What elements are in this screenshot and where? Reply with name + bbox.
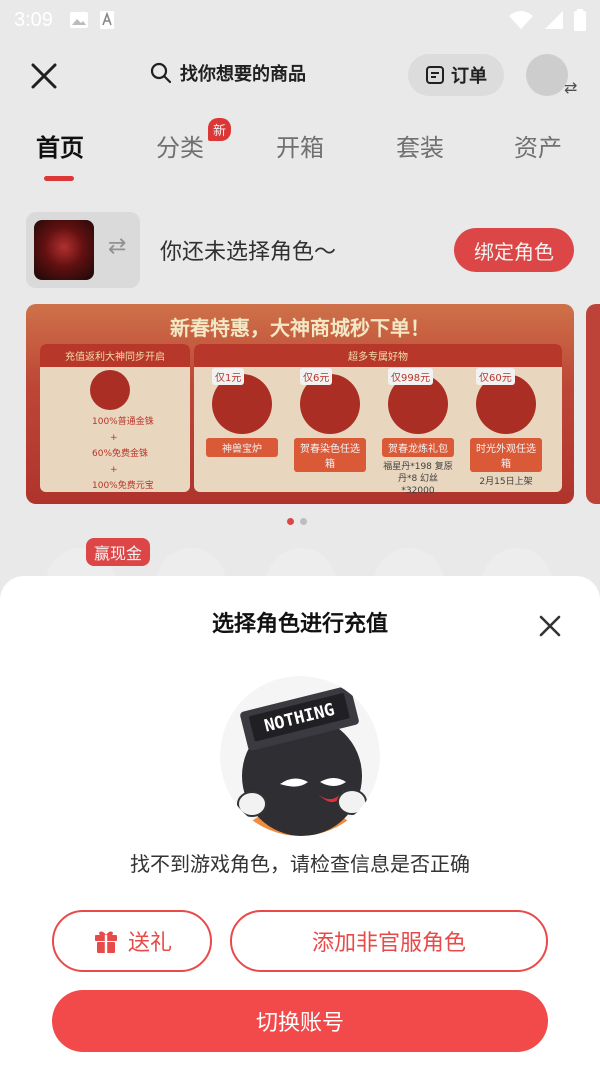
- switch-account-button[interactable]: 切换账号: [52, 990, 548, 1052]
- gift-icon: [94, 931, 117, 953]
- empty-state-mascot: NOTHING: [220, 676, 380, 836]
- status-bar: 3:09: [0, 0, 600, 40]
- gift-button-label: 送礼: [127, 931, 172, 956]
- select-role-sheet: 选择角色进行充值 NOTHING 找不到游戏角色，请检查信息是否正确 送礼 添加…: [0, 576, 600, 1066]
- mascot-illustration: NOTHING: [234, 685, 367, 836]
- signal-icon: [545, 11, 563, 29]
- gift-button[interactable]: 送礼: [52, 910, 212, 972]
- battery-icon: [574, 9, 586, 31]
- wifi-icon: [509, 11, 533, 29]
- status-time: 3:09: [14, 8, 53, 31]
- image-icon: [69, 12, 88, 28]
- empty-state-message: 找不到游戏角色，请检查信息是否正确: [130, 852, 470, 876]
- close-icon[interactable]: [536, 612, 564, 640]
- add-unofficial-role-button[interactable]: 添加非官服角色: [230, 910, 548, 972]
- sheet-title: 选择角色进行充值: [211, 612, 388, 637]
- font-a-icon: [99, 11, 114, 29]
